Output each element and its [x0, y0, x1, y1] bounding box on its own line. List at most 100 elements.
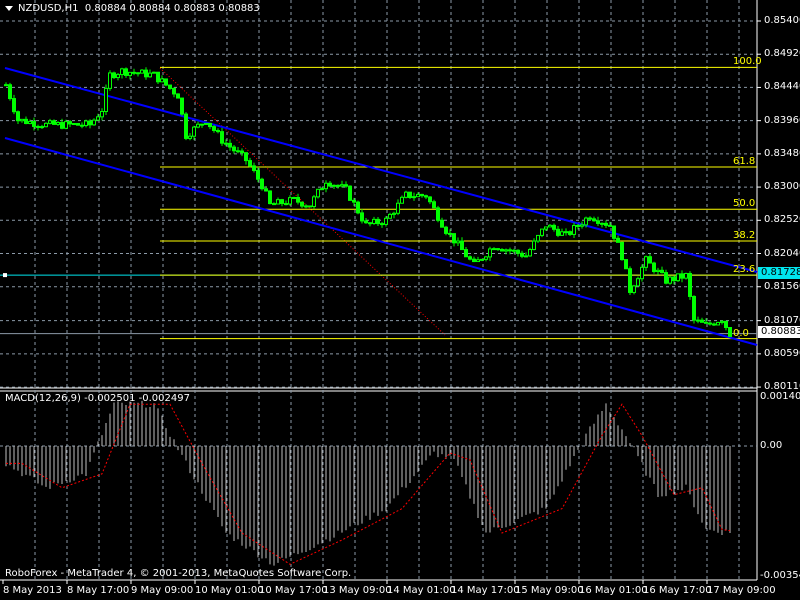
- candle-body: [436, 207, 440, 221]
- candle-body: [348, 185, 352, 201]
- candle-body: [660, 269, 664, 274]
- candle-body: [428, 196, 432, 203]
- candle-body: [236, 150, 240, 153]
- candle-body: [728, 327, 732, 337]
- candle-body: [452, 233, 456, 244]
- candle-body: [68, 121, 72, 125]
- candle-body: [664, 272, 668, 284]
- candle-body: [356, 201, 360, 214]
- candle-body: [288, 197, 292, 205]
- candle-body: [716, 321, 720, 326]
- candle-body: [232, 146, 236, 152]
- candle-body: [140, 69, 144, 74]
- price-axis-label: 0.81070: [764, 314, 800, 326]
- symbol-label: NZDUSD,H1: [18, 3, 79, 14]
- candle-body: [600, 222, 604, 225]
- candle-body: [720, 320, 724, 323]
- price-chart[interactable]: [0, 0, 800, 600]
- price-axis-label: 0.83960: [764, 114, 800, 126]
- candle-body: [200, 123, 204, 126]
- price-axis-label: 0.80110: [764, 381, 800, 393]
- fib-level-label: 50.0: [733, 198, 756, 210]
- candle-body: [544, 226, 548, 230]
- price-axis-label: 0.80590: [764, 347, 800, 359]
- candle-body: [208, 122, 212, 128]
- dropdown-triangle-icon[interactable]: [5, 5, 13, 11]
- candle-body: [560, 231, 564, 236]
- candle-body: [112, 72, 116, 79]
- candle-body: [300, 201, 304, 207]
- time-axis-label: 10 May 17:00: [259, 585, 328, 596]
- time-axis-label: 16 May 17:00: [643, 585, 712, 596]
- current-price-tag: 0.80883: [758, 326, 800, 338]
- candle-body: [564, 231, 568, 234]
- candle-body: [272, 203, 276, 206]
- candle-body: [164, 78, 168, 86]
- candle-body: [280, 199, 284, 205]
- candle-body: [656, 269, 660, 273]
- candle-body: [572, 224, 576, 235]
- candle-body: [16, 111, 20, 122]
- candle-body: [240, 150, 244, 154]
- candle-body: [592, 218, 596, 222]
- fib-level-label: 38.2: [733, 230, 756, 242]
- time-axis-label: 14 May 01:00: [387, 585, 456, 596]
- candle-body: [220, 131, 224, 144]
- chart-title: NZDUSD,H1 0.80884 0.80884 0.80883 0.8088…: [5, 3, 260, 15]
- candle-body: [8, 84, 12, 100]
- candle-body: [496, 248, 500, 251]
- time-axis-label: 13 May 09:00: [323, 585, 392, 596]
- candle-body: [540, 228, 544, 236]
- candle-body: [640, 266, 644, 280]
- candle-body: [704, 321, 708, 324]
- candle-body: [412, 196, 416, 199]
- candle-body: [156, 71, 160, 83]
- candle-body: [180, 97, 184, 115]
- candle-body: [688, 272, 692, 297]
- candle-body: [328, 182, 332, 187]
- candle-body: [484, 256, 488, 260]
- candle-body: [148, 72, 152, 78]
- candle-body: [60, 122, 64, 129]
- candle-body: [632, 285, 636, 293]
- candle-body: [212, 126, 216, 131]
- candle-body: [172, 87, 176, 95]
- candle-body: [552, 224, 556, 230]
- candle-body: [648, 256, 652, 264]
- candle-body: [76, 123, 80, 126]
- time-axis-label: 9 May 09:00: [131, 585, 194, 596]
- candle-body: [84, 120, 88, 127]
- candle-body: [620, 241, 624, 261]
- candle-body: [384, 217, 388, 225]
- candle-body: [188, 135, 192, 139]
- time-axis-label: 14 May 17:00: [451, 585, 520, 596]
- price-axis-label: 0.82520: [764, 214, 800, 226]
- candle-body: [144, 69, 148, 78]
- candle-body: [528, 249, 532, 257]
- candle-body: [400, 196, 404, 204]
- candle-body: [520, 252, 524, 257]
- ohlc-values: 0.80884 0.80884 0.80883 0.80883: [84, 3, 260, 14]
- candle-body: [512, 249, 516, 252]
- candle-body: [92, 119, 96, 126]
- copyright-footer: RoboForex - MetaTrader 4, © 2001-2013, M…: [5, 568, 352, 579]
- candle-body: [340, 184, 344, 187]
- candle-body: [456, 240, 460, 244]
- candle-body: [644, 256, 648, 268]
- candle-body: [264, 188, 268, 192]
- time-axis-label: 17 May 09:00: [707, 585, 776, 596]
- candle-body: [332, 184, 336, 187]
- candle-body: [88, 120, 92, 126]
- candle-body: [480, 258, 484, 261]
- candle-body: [116, 74, 120, 79]
- time-axis-label: 16 May 01:00: [579, 585, 648, 596]
- candle-body: [136, 72, 140, 75]
- candle-body: [488, 248, 492, 258]
- candle-body: [248, 160, 252, 167]
- candle-body: [424, 195, 428, 198]
- candle-body: [100, 110, 104, 118]
- candle-body: [304, 205, 308, 208]
- macd-axis-bottom: -0.003543: [760, 570, 800, 581]
- candle-body: [324, 182, 328, 190]
- candle-body: [56, 122, 60, 125]
